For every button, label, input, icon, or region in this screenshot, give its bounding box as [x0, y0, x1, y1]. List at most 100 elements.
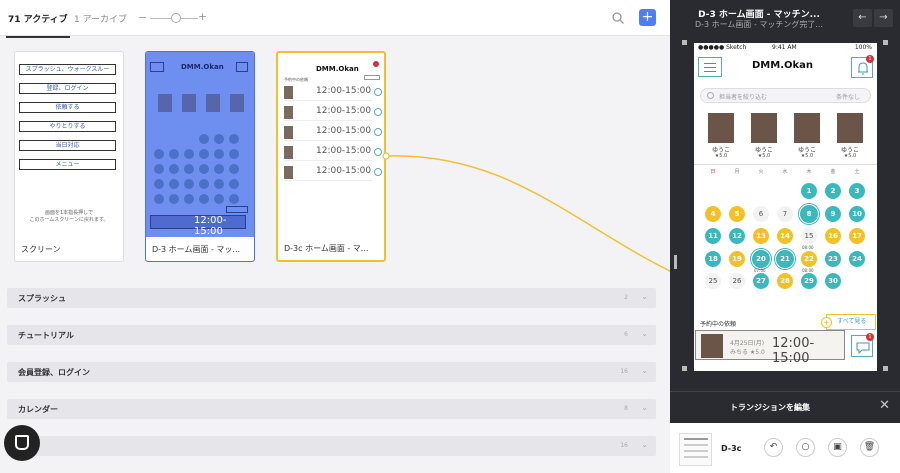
- resize-handle[interactable]: [682, 40, 687, 45]
- calendar-day[interactable]: 6: [753, 205, 769, 222]
- target-thumbnail[interactable]: [679, 433, 712, 466]
- calendar-day[interactable]: 3: [849, 183, 865, 199]
- calendar-day[interactable]: 16: [825, 228, 841, 244]
- chevron-down-icon[interactable]: ⌄: [641, 366, 648, 375]
- weekday-label: 月: [734, 169, 740, 175]
- chevron-down-icon[interactable]: ⌄: [641, 329, 648, 338]
- booking-date: 4月25日(月): [730, 340, 765, 347]
- section-header[interactable]: スプラッシュ 2 ⌄: [7, 288, 656, 308]
- calendar-day[interactable]: 23: [825, 250, 841, 267]
- calendar-day[interactable]: 19: [729, 250, 745, 267]
- calendar-day[interactable]: 28: [777, 273, 793, 289]
- calendar-day[interactable]: 14: [777, 228, 793, 244]
- bell-icon[interactable]: 1: [851, 55, 874, 78]
- weekday-label: 木: [806, 169, 812, 175]
- calendar-day[interactable]: 9: [825, 205, 841, 222]
- calendar-day[interactable]: 21: [777, 250, 793, 267]
- weekday-label: 水: [782, 169, 788, 175]
- calendar-icon[interactable]: ▣: [828, 438, 847, 457]
- calendar-day[interactable]: 17: [849, 228, 865, 244]
- day-time-label: 08:00: [802, 245, 814, 250]
- calendar-day[interactable]: 24: [849, 250, 865, 267]
- resize-handle[interactable]: [883, 40, 888, 45]
- therapist-photo: [837, 113, 863, 143]
- therapist-card[interactable]: ゆうこ ★5.0: [792, 113, 822, 161]
- section-count: 16: [620, 442, 628, 449]
- calendar-day[interactable]: 7: [777, 205, 793, 222]
- see-all-link[interactable]: + すべて見る: [821, 314, 876, 330]
- filter-placeholder: 担当者を絞り込む: [719, 94, 768, 101]
- therapist-rating: ★5.0: [757, 153, 771, 159]
- calendar-day[interactable]: 18: [705, 250, 721, 267]
- carrier-text: ●●●●● Sketch: [698, 44, 747, 51]
- calendar-day[interactable]: 5: [729, 205, 745, 222]
- transition-header: トランジションを編集 ✕: [670, 391, 900, 422]
- weekday-label: 火: [758, 169, 764, 175]
- section-name: 会員登録、ログイン: [18, 368, 90, 377]
- forward-arrow-icon[interactable]: →: [874, 9, 893, 27]
- calendar-day[interactable]: 8: [801, 205, 817, 222]
- transition-editor: D-3c ↶ ○ ▣ 🗑: [670, 423, 900, 473]
- therapist-photo: [751, 113, 777, 143]
- chevron-down-icon[interactable]: ⌄: [641, 440, 648, 449]
- calendar-day[interactable]: 2: [825, 183, 841, 199]
- calendar-day[interactable]: 10: [849, 205, 865, 222]
- weekday-label: 土: [854, 169, 860, 175]
- battery-text: 100%: [854, 44, 872, 51]
- calendar-day[interactable]: 29: [801, 273, 817, 289]
- calendar-day[interactable]: 15: [801, 228, 817, 244]
- chevron-down-icon[interactable]: ⌄: [641, 292, 648, 301]
- divider: [694, 164, 877, 165]
- chat-icon: [15, 435, 29, 450]
- resize-handle[interactable]: [883, 366, 888, 371]
- undo-icon[interactable]: ↶: [764, 438, 783, 457]
- resize-handle[interactable]: [674, 255, 677, 269]
- calendar-day[interactable]: 1: [801, 183, 817, 199]
- back-arrow-icon[interactable]: ←: [853, 9, 872, 27]
- day-time-label: 08:00: [802, 267, 814, 273]
- day-time-label: 07:00: [754, 267, 766, 273]
- filter-condition[interactable]: 条件なし: [836, 92, 860, 101]
- section-name: スプラッシュ: [18, 294, 66, 303]
- section-header[interactable]: チュートリアル 6 ⌄: [7, 325, 656, 345]
- booking-card[interactable]: 4月25日(月) みちる ★5.0 12:00-15:00: [695, 330, 845, 366]
- calendar-day[interactable]: 22: [801, 250, 817, 267]
- hamburger-icon[interactable]: [698, 57, 722, 77]
- calendar-day[interactable]: 11: [705, 228, 721, 244]
- section-count: 16: [620, 368, 628, 375]
- calendar-day[interactable]: 30: [825, 273, 841, 289]
- therapist-photo: [708, 113, 734, 143]
- therapist-rating: ★5.0: [800, 153, 814, 159]
- support-chat-button[interactable]: [4, 425, 40, 461]
- section-header[interactable]: 会員登録、ログイン 16 ⌄: [7, 362, 656, 382]
- therapist-card[interactable]: ゆうこ ★5.0: [706, 113, 736, 161]
- hotspot-plus-icon[interactable]: +: [821, 317, 832, 328]
- calendar-day[interactable]: 12: [729, 228, 745, 244]
- therapist-filter-input[interactable]: 担当者を絞り込む 条件なし: [700, 88, 871, 103]
- calendar-day[interactable]: 20: [753, 250, 769, 267]
- circle-icon[interactable]: ○: [796, 438, 815, 457]
- close-icon[interactable]: ✕: [879, 398, 890, 413]
- section-header[interactable]: カレンダー 8 ⌄: [7, 399, 656, 419]
- calendar-day[interactable]: 13: [753, 228, 769, 244]
- calendar-day[interactable]: 27: [753, 273, 769, 289]
- section-header[interactable]: 16 ⌄: [7, 436, 656, 456]
- weekday-label: 日: [710, 169, 716, 175]
- message-badge: 1: [866, 333, 874, 341]
- therapist-card[interactable]: ゆうこ ★5.0: [835, 113, 865, 161]
- trash-icon[interactable]: 🗑: [860, 438, 879, 457]
- therapist-avatar: [701, 334, 723, 358]
- calendar-day[interactable]: 25: [705, 273, 721, 289]
- notification-badge: 1: [866, 55, 874, 63]
- calendar-day[interactable]: 26: [729, 273, 745, 289]
- booked-section-label: 予約中の依頼: [700, 321, 737, 328]
- section-count: 8: [624, 405, 628, 412]
- therapist-card[interactable]: ゆうこ ★5.0: [749, 113, 779, 161]
- message-button[interactable]: 1: [851, 333, 874, 357]
- target-screen-name: D-3c: [721, 444, 742, 453]
- resize-handle[interactable]: [682, 366, 687, 371]
- calendar-day[interactable]: 4: [705, 205, 721, 222]
- therapist-rating: ★5.0: [714, 153, 728, 159]
- weekday-label: 金: [830, 169, 836, 175]
- chevron-down-icon[interactable]: ⌄: [641, 403, 648, 412]
